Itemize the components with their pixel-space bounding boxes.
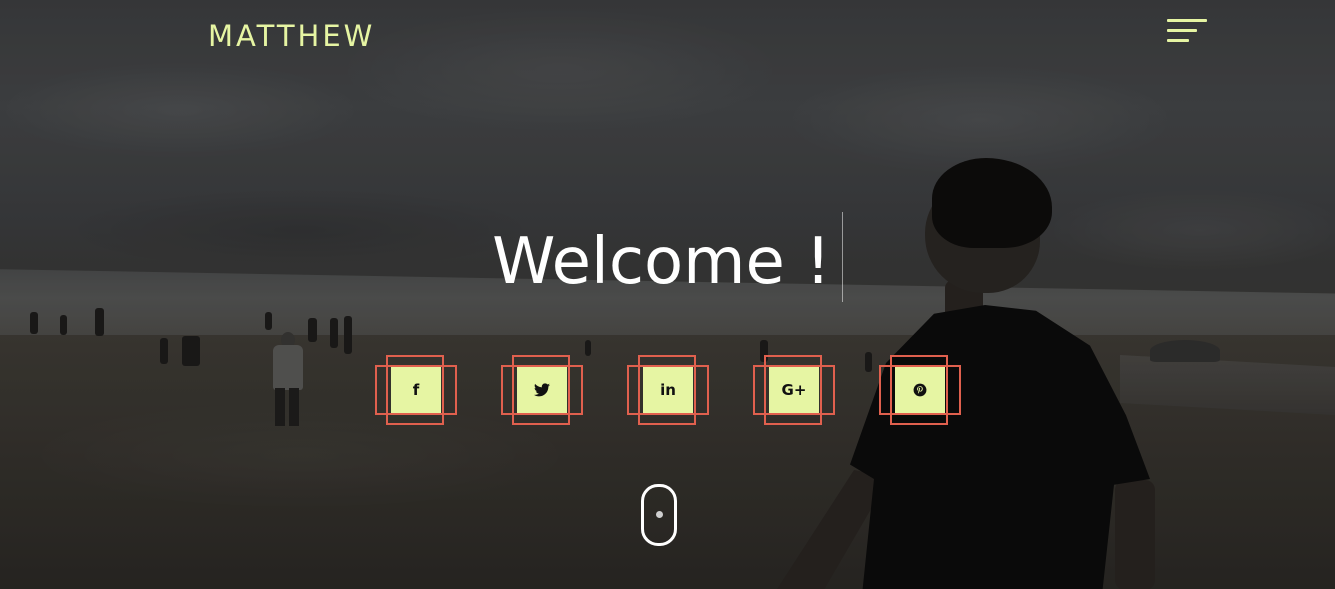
pinterest-button[interactable] xyxy=(879,355,961,427)
brand-logo[interactable]: MATTHEW xyxy=(208,16,375,56)
hero-title: Welcome ! xyxy=(492,225,831,299)
pinterest-icon xyxy=(895,367,945,413)
linkedin-button[interactable]: in xyxy=(627,355,709,427)
typing-cursor xyxy=(841,212,843,302)
hamburger-menu-icon[interactable] xyxy=(1164,16,1208,48)
scroll-mouse-icon[interactable] xyxy=(641,484,677,546)
twitter-button[interactable] xyxy=(501,355,583,427)
menu-line xyxy=(1167,19,1207,22)
hero-title-container: Welcome ! xyxy=(0,212,1335,302)
twitter-icon xyxy=(517,367,567,413)
menu-line xyxy=(1167,39,1189,42)
google-plus-button[interactable]: G+ xyxy=(753,355,835,427)
menu-line xyxy=(1167,29,1197,32)
facebook-button[interactable]: f xyxy=(375,355,457,427)
scroll-dot xyxy=(656,511,663,518)
linkedin-icon: in xyxy=(643,367,693,413)
hero-section: MATTHEW Welcome ! f in G+ xyxy=(0,0,1335,589)
google-plus-icon: G+ xyxy=(769,367,819,413)
social-links: f in G+ xyxy=(375,355,975,427)
facebook-icon: f xyxy=(391,367,441,413)
